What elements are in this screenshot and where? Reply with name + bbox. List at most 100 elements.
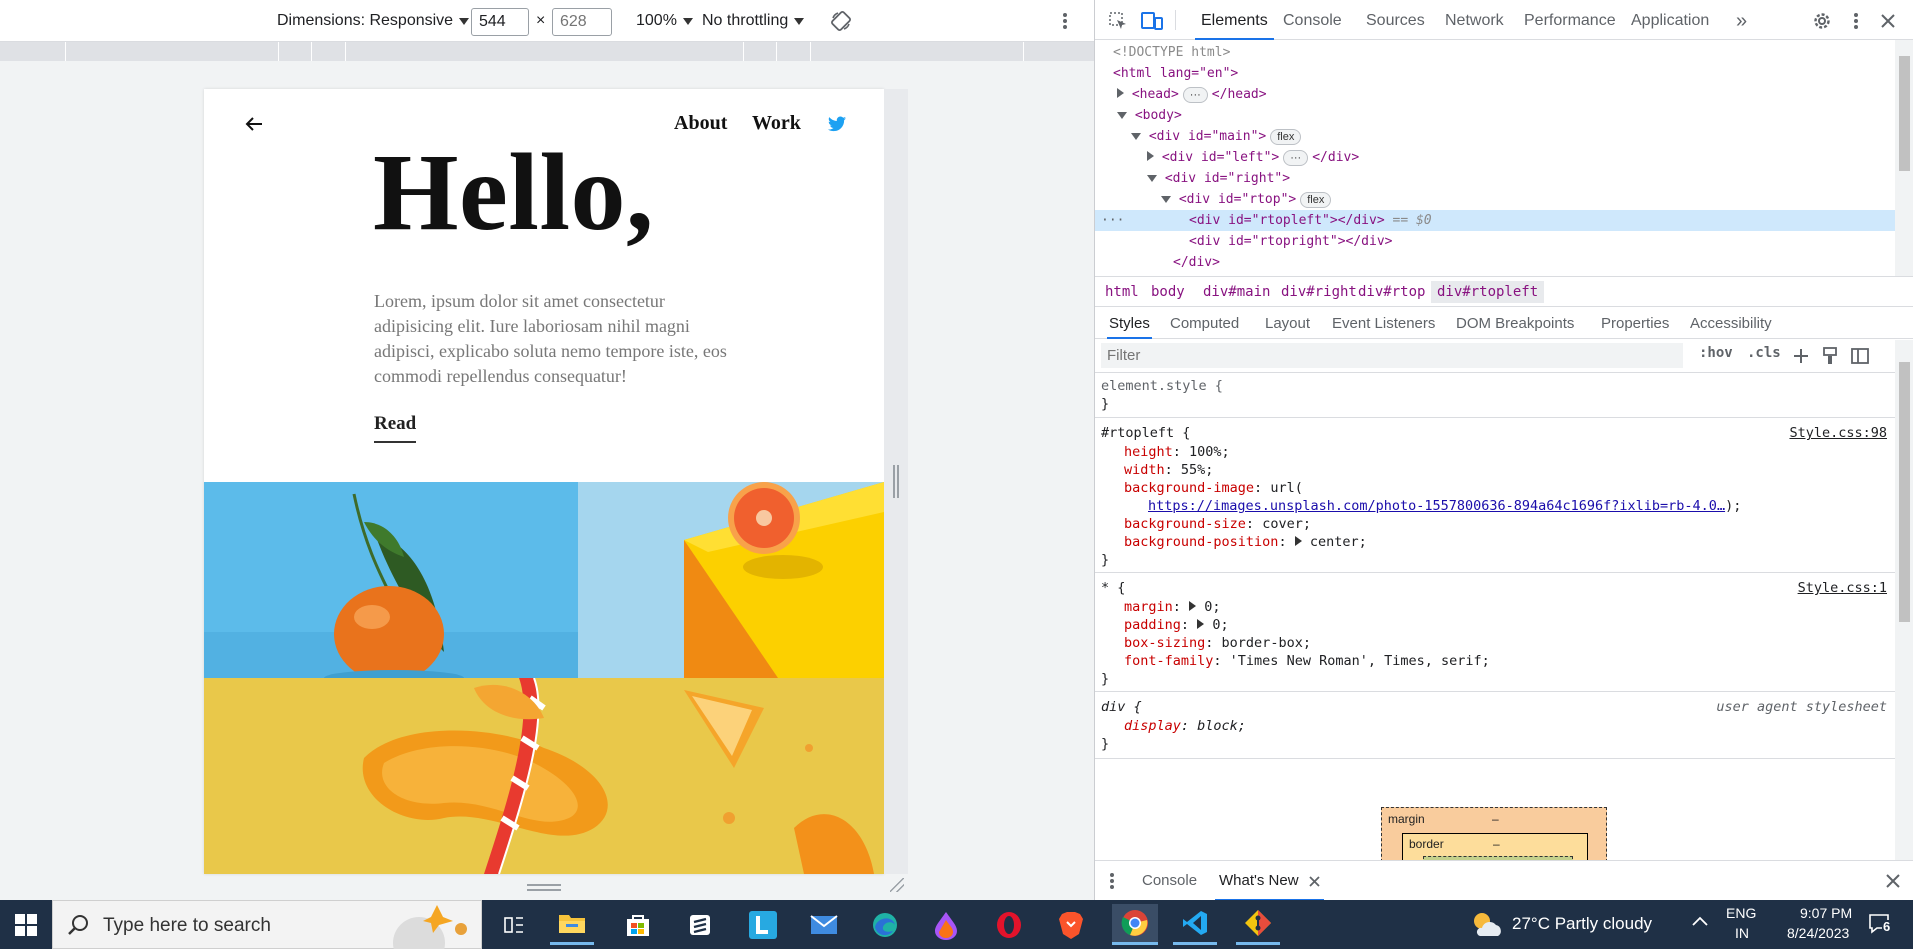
drawer-menu-icon[interactable] (1099, 868, 1125, 894)
close-tab-icon[interactable] (1309, 875, 1320, 887)
style-decl-width[interactable]: width: 55%; (1124, 461, 1213, 479)
resize-handle-bottom[interactable] (527, 884, 561, 891)
windows-start-icon[interactable] (0, 900, 52, 949)
div-selector[interactable]: div { (1101, 698, 1142, 716)
rtopleft-selector[interactable]: #rtopleft { (1101, 424, 1190, 442)
tab-application[interactable]: Application (1631, 0, 1709, 40)
dom-node-rtop[interactable]: <div id="rtop"> flex (1095, 189, 1895, 210)
chevron-up-icon[interactable] (1692, 916, 1708, 926)
tab-network[interactable]: Network (1445, 0, 1504, 40)
style-decl-background-url[interactable]: https://images.unsplash.com/photo-155780… (1148, 497, 1741, 515)
collapsed-ellipsis[interactable]: ··· (1283, 150, 1309, 166)
notifications-icon[interactable]: 6 (1868, 912, 1896, 938)
style-decl-font-family[interactable]: font-family: 'Times New Roman', Times, s… (1124, 652, 1490, 670)
mail-icon[interactable] (802, 904, 846, 945)
microsoft-store-icon[interactable] (616, 904, 660, 945)
tab-event-listeners[interactable]: Event Listeners (1332, 307, 1435, 339)
dom-node-left[interactable]: <div id="left"> ··· </div> (1095, 147, 1895, 168)
background-image-url-link[interactable]: https://images.unsplash.com/photo-155780… (1148, 498, 1725, 514)
expand-triangle-icon[interactable] (1117, 88, 1124, 98)
style-decl-background-image[interactable]: background-image: url( (1124, 479, 1303, 497)
style-decl-box-sizing[interactable]: box-sizing: border-box; (1124, 634, 1311, 652)
resize-handle-corner[interactable] (890, 878, 904, 892)
styles-scrollbar-thumb[interactable] (1899, 362, 1910, 622)
toggle-sidebar-icon[interactable] (1847, 343, 1873, 369)
throttling-dropdown[interactable]: No throttling (702, 0, 805, 42)
tab-styles[interactable]: Styles (1107, 307, 1152, 339)
nav-work-link[interactable]: Work (752, 112, 801, 135)
expand-triangle-icon[interactable] (1147, 151, 1154, 161)
tab-accessibility[interactable]: Accessibility (1690, 307, 1772, 339)
settings-gear-icon[interactable] (1809, 8, 1835, 34)
breadcrumb-body[interactable]: body (1151, 284, 1185, 300)
read-link[interactable]: Read (374, 413, 417, 443)
style-decl-height[interactable]: height: 100%; (1124, 443, 1230, 461)
node-actions-ellipsis[interactable]: ··· (1101, 210, 1124, 231)
more-options-icon[interactable] (1052, 8, 1078, 34)
language-indicator[interactable]: ENG (1726, 905, 1756, 921)
dom-node-doctype[interactable]: <!DOCTYPE html> (1095, 42, 1895, 63)
breadcrumb-rtopleft[interactable]: div#rtopleft (1431, 281, 1545, 303)
style-decl-background-position[interactable]: background-position: center; (1124, 533, 1367, 551)
drawer-tab-console[interactable]: Console (1142, 861, 1197, 901)
close-drawer-icon[interactable] (1880, 868, 1906, 894)
rotate-icon[interactable] (828, 8, 854, 34)
filter-input[interactable] (1101, 343, 1683, 368)
region-indicator[interactable]: IN (1735, 925, 1749, 941)
weather-icon[interactable] (1470, 910, 1504, 940)
dom-node-right[interactable]: <div id="right"> (1095, 168, 1895, 189)
chrome-icon[interactable] (1112, 904, 1158, 945)
box-model-margin-value[interactable]: – (1492, 812, 1499, 826)
breadcrumb-rtop[interactable]: div#rtop (1358, 284, 1425, 300)
tab-dom-breakpoints[interactable]: DOM Breakpoints (1456, 307, 1574, 339)
file-explorer-icon[interactable] (550, 904, 594, 945)
tab-performance[interactable]: Performance (1524, 0, 1616, 40)
style-decl-padding[interactable]: padding: 0; (1124, 616, 1229, 634)
drawer-tab-whats-new[interactable]: What's New (1215, 861, 1324, 901)
breadcrumb-main[interactable]: div#main (1203, 284, 1270, 300)
breadcrumb-right[interactable]: div#right (1281, 284, 1357, 300)
paint-drop-icon[interactable] (924, 904, 968, 945)
element-style-selector[interactable]: element.style { (1101, 377, 1223, 395)
brave-icon[interactable] (1049, 904, 1093, 945)
inspect-element-icon[interactable] (1105, 8, 1131, 34)
universal-source-link[interactable]: Style.css:1 (1798, 579, 1887, 597)
universal-selector[interactable]: * { (1101, 579, 1125, 597)
opera-icon[interactable] (987, 904, 1031, 945)
dom-node-main[interactable]: <div id="main"> flex (1095, 126, 1895, 147)
tab-sources[interactable]: Sources (1366, 0, 1425, 40)
rtopleft-source-link[interactable]: Style.css:98 (1789, 424, 1887, 442)
paint-brush-icon[interactable] (1817, 343, 1843, 369)
taskbar-search-box[interactable]: Type here to search (52, 900, 482, 949)
resize-handle-right[interactable] (893, 465, 899, 498)
tab-layout[interactable]: Layout (1265, 307, 1310, 339)
dom-node-close[interactable]: </div> (1095, 252, 1895, 273)
dom-node-html[interactable]: <html lang="en"> (1095, 63, 1895, 84)
flex-badge[interactable]: flex (1300, 192, 1332, 208)
weather-text[interactable]: 27°C Partly cloudy (1512, 914, 1652, 934)
clock-time[interactable]: 9:07 PM (1800, 905, 1852, 921)
clock-date[interactable]: 8/24/2023 (1787, 925, 1849, 941)
add-rule-icon[interactable] (1788, 343, 1814, 369)
l-app-icon[interactable] (741, 904, 785, 945)
tab-properties[interactable]: Properties (1601, 307, 1669, 339)
tab-console[interactable]: Console (1283, 0, 1342, 40)
git-app-icon[interactable] (1236, 904, 1280, 945)
nav-about-link[interactable]: About (674, 112, 727, 135)
dom-node-rtopleft-selected[interactable]: ··· <div id="rtopleft"></div> == $0 (1095, 210, 1895, 231)
width-input[interactable] (471, 8, 529, 36)
dom-node-rtopright[interactable]: <div id="rtopright"></div> (1095, 231, 1895, 252)
style-decl-background-size[interactable]: background-size: cover; (1124, 515, 1311, 533)
dom-scrollbar-thumb[interactable] (1899, 56, 1910, 171)
task-view-icon[interactable] (492, 904, 536, 945)
height-input[interactable] (552, 8, 612, 36)
vscode-icon[interactable] (1173, 904, 1217, 945)
zoom-dropdown[interactable]: 100% (636, 0, 693, 42)
expand-triangle-icon[interactable] (1189, 601, 1197, 611)
more-tabs-icon[interactable]: » (1736, 0, 1747, 40)
edge-icon[interactable] (863, 904, 907, 945)
twitter-icon[interactable] (828, 116, 846, 132)
collapse-triangle-icon[interactable] (1147, 175, 1157, 182)
collapse-triangle-icon[interactable] (1117, 112, 1127, 119)
back-arrow-icon[interactable] (242, 111, 268, 137)
